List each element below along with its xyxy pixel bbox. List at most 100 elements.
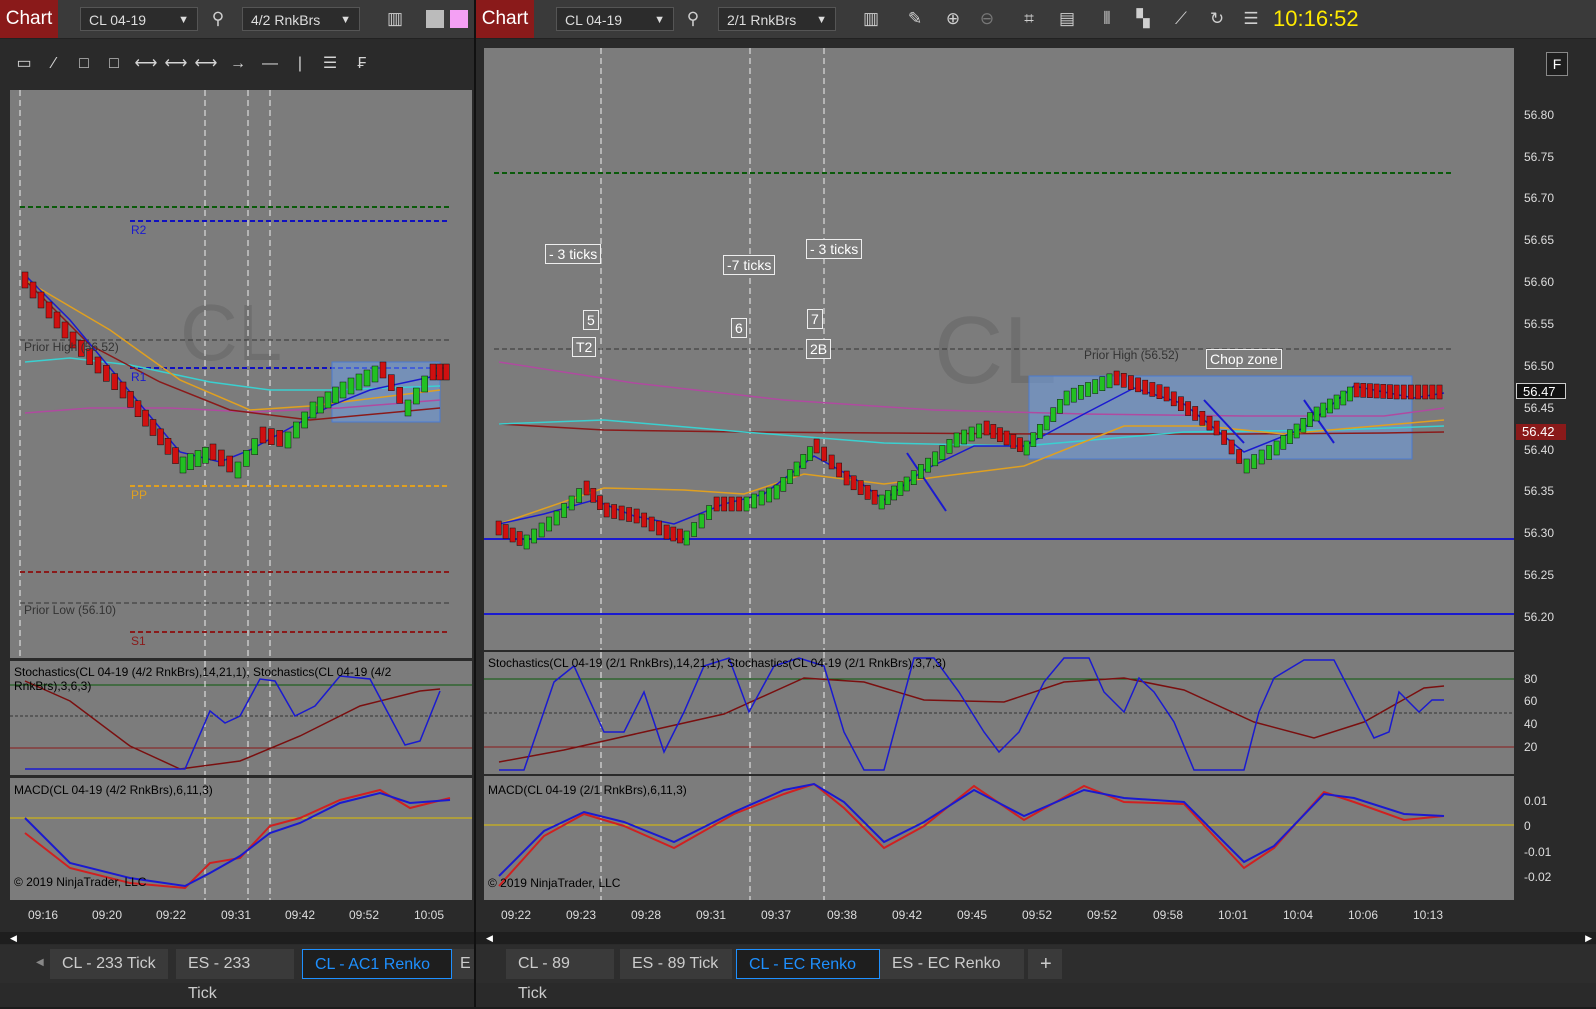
renko-brick bbox=[561, 503, 567, 518]
renko-brick bbox=[443, 363, 450, 381]
renko-brick bbox=[1092, 379, 1099, 394]
rectangle-icon[interactable]: □ bbox=[102, 52, 126, 76]
ray-icon[interactable]: ⟷ bbox=[164, 52, 188, 76]
right-price-panel[interactable]: CL Prior High (56.52) Chop zone - 3 tick… bbox=[484, 48, 1514, 650]
tab-cl-89-tick[interactable]: CL - 89 Tick bbox=[506, 949, 614, 1002]
chop-zone-annotation[interactable]: Chop zone bbox=[1206, 349, 1282, 369]
annotation-minus-7-ticks[interactable]: -7 ticks bbox=[723, 255, 776, 275]
renko-brick bbox=[226, 455, 233, 473]
indicators-icon[interactable]: ⫴ bbox=[1096, 8, 1118, 30]
left-macd-panel[interactable]: MACD(CL 04-19 (4/2 RnkBrs),6,11,3) © 201… bbox=[10, 778, 472, 900]
renko-brick bbox=[576, 488, 582, 503]
annotation-t2[interactable]: T2 bbox=[572, 337, 597, 357]
annotation-minus-3-ticks-1[interactable]: - 3 ticks bbox=[545, 244, 602, 264]
renko-brick bbox=[134, 400, 142, 417]
annotation-2b[interactable]: 2B bbox=[806, 339, 832, 359]
right-instrument-select[interactable]: CL 04-19 ▼ bbox=[556, 7, 674, 31]
zoom-out-icon[interactable]: ⊖ bbox=[976, 8, 998, 30]
arrow-line-icon[interactable]: → bbox=[226, 52, 250, 76]
right-chart-menu-button[interactable]: Chart bbox=[476, 0, 534, 38]
zoom-in-icon[interactable]: ⊕ bbox=[942, 8, 964, 30]
right-price-axis[interactable]: F 56.80 56.75 56.70 56.65 56.60 56.55 56… bbox=[1516, 48, 1596, 900]
left-x-tick: 09:52 bbox=[349, 908, 380, 922]
refresh-icon[interactable]: ↻ bbox=[1206, 8, 1228, 30]
renko-brick bbox=[1120, 373, 1127, 388]
renko-brick bbox=[1333, 394, 1340, 410]
ruler-icon[interactable]: ▭ bbox=[12, 52, 36, 76]
right-macd-panel[interactable]: MACD(CL 04-19 (2/1 RnkBrs),6,11,3) © 201… bbox=[484, 776, 1514, 900]
right-bartype-select[interactable]: 2/1 RnkBrs ▼ bbox=[718, 7, 836, 31]
pencil-icon[interactable]: ✎ bbox=[904, 8, 926, 30]
tab-cl-ec-renko[interactable]: CL - EC Renko bbox=[736, 949, 880, 979]
renko-brick bbox=[202, 447, 209, 464]
left-scrollbar[interactable]: ◀ bbox=[0, 932, 476, 944]
y-tick: 56.50 bbox=[1524, 359, 1555, 373]
vertical-line-icon[interactable]: | bbox=[288, 52, 312, 76]
annotation-5[interactable]: 5 bbox=[583, 310, 599, 330]
properties-icon[interactable]: ☰ bbox=[1240, 8, 1262, 30]
color-swatch-gray[interactable] bbox=[426, 10, 444, 28]
renko-brick bbox=[149, 419, 157, 436]
risk-reward-icon[interactable]: ⁄ bbox=[42, 52, 66, 76]
left-bartype-select[interactable]: 4/2 RnkBrs ▼ bbox=[242, 7, 360, 31]
data-box-icon[interactable]: ▤ bbox=[1056, 8, 1078, 30]
scroll-right-icon[interactable]: ▶ bbox=[1585, 933, 1592, 944]
renko-brick bbox=[179, 456, 187, 474]
left-chart-menu-button[interactable]: Chart bbox=[0, 0, 58, 38]
renko-brick bbox=[1135, 377, 1141, 393]
macd-tick: 0.01 bbox=[1524, 794, 1548, 808]
left-price-svg: CL bbox=[19, 90, 450, 658]
renko-brick bbox=[850, 475, 857, 491]
annotation-7[interactable]: 7 bbox=[807, 309, 823, 329]
renko-brick bbox=[1221, 430, 1227, 445]
chart-style-icon[interactable]: ▥ bbox=[384, 8, 406, 30]
renko-brick bbox=[1170, 391, 1177, 407]
renko-brick bbox=[618, 505, 625, 521]
scroll-left-icon[interactable]: ◀ bbox=[10, 933, 17, 944]
tab-cl-233-tick[interactable]: CL - 233 Tick bbox=[50, 949, 168, 979]
fib-icon[interactable]: ₣ bbox=[350, 52, 374, 76]
scroll-left-icon[interactable]: ◀ bbox=[486, 933, 493, 944]
renko-brick bbox=[663, 524, 670, 540]
search-icon[interactable]: ⚲ bbox=[207, 8, 229, 30]
tab-scroll-left-icon[interactable]: ◀ bbox=[36, 957, 44, 968]
renko-brick bbox=[538, 522, 545, 538]
chart-style-icon[interactable]: ▥ bbox=[860, 8, 882, 30]
renko-brick bbox=[413, 387, 420, 405]
extended-line-icon[interactable]: ⟷ bbox=[194, 52, 218, 76]
line-icon[interactable]: ⟷ bbox=[134, 52, 158, 76]
renko-brick bbox=[1142, 379, 1149, 395]
annotation-6[interactable]: 6 bbox=[731, 318, 747, 338]
color-swatch-pink[interactable] bbox=[450, 10, 468, 28]
renko-brick bbox=[1128, 375, 1134, 390]
left-stochastics-panel[interactable]: Stochastics(CL 04-19 (4/2 RnkBrs),14,21,… bbox=[10, 661, 472, 775]
search-icon[interactable]: ⚲ bbox=[682, 8, 704, 30]
right-scrollbar[interactable]: ◀ ▶ bbox=[476, 932, 1596, 944]
left-instrument-select[interactable]: CL 04-19 ▼ bbox=[80, 7, 198, 31]
left-price-panel[interactable]: CL R2 Prior High (56.52) R1 PP Prior Low… bbox=[10, 90, 472, 658]
annotation-minus-3-ticks-2[interactable]: - 3 ticks bbox=[806, 239, 863, 259]
chevron-down-icon: ▼ bbox=[340, 14, 351, 26]
tab-es-89-tick[interactable]: ES - 89 Tick bbox=[620, 949, 732, 979]
crosshair-icon[interactable]: ⌗ bbox=[1018, 8, 1040, 30]
renko-brick bbox=[1360, 383, 1367, 398]
tab-es-233-tick[interactable]: ES - 233 Tick bbox=[176, 949, 294, 1002]
right-x-tick: 09:52 bbox=[1087, 908, 1118, 922]
add-tab-button[interactable]: + bbox=[1028, 949, 1062, 979]
lines-icon[interactable]: ☰ bbox=[318, 52, 342, 76]
tab-es-ec-renko[interactable]: ES - EC Renko bbox=[880, 949, 1024, 979]
drawing-tools-icon[interactable]: ⟋ bbox=[1170, 8, 1192, 30]
renko-brick bbox=[1003, 430, 1010, 446]
left-time-axis[interactable]: 09:16 09:20 09:22 09:31 09:42 09:52 10:0… bbox=[10, 900, 472, 930]
tab-cl-ac1-renko[interactable]: CL - AC1 Renko bbox=[302, 949, 452, 979]
right-time-axis[interactable]: 09:22 09:23 09:28 09:31 09:37 09:38 09:4… bbox=[484, 900, 1514, 930]
f-button[interactable]: F bbox=[1546, 52, 1568, 76]
right-x-tick: 10:06 bbox=[1348, 908, 1379, 922]
rectangle-select-icon[interactable]: □ bbox=[72, 52, 96, 76]
renko-brick bbox=[1266, 445, 1272, 460]
right-stochastics-panel[interactable]: Stochastics(CL 04-19 (2/1 RnkBrs),14,21,… bbox=[484, 652, 1514, 774]
strategies-icon[interactable]: ▚ bbox=[1132, 8, 1154, 30]
horizontal-line-icon[interactable]: — bbox=[258, 52, 282, 76]
renko-brick bbox=[1258, 449, 1265, 465]
tab-e-truncated[interactable]: E bbox=[452, 949, 476, 979]
